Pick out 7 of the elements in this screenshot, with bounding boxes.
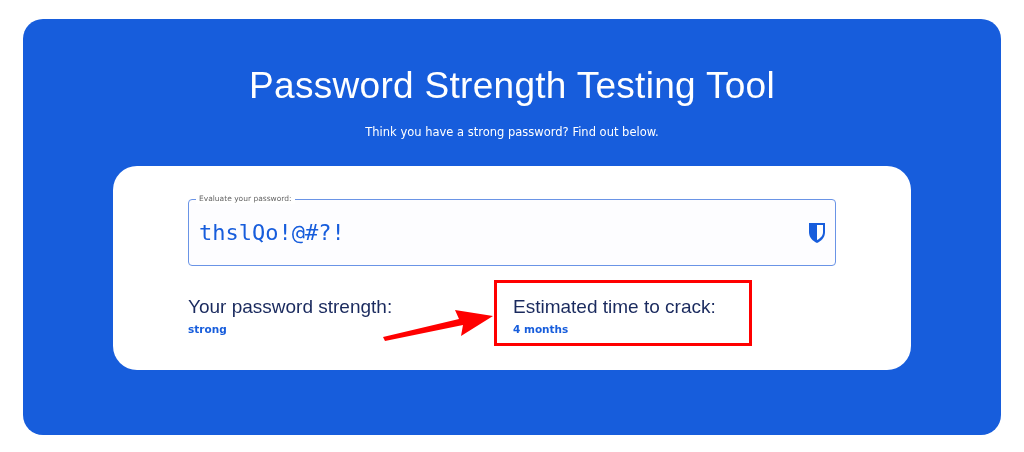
result-value: strong	[188, 323, 228, 335]
result-value: 4 months	[513, 323, 570, 335]
subtitle: Think you have a strong password? Find out below.	[365, 125, 659, 139]
result-label: Estimated time to crack:	[513, 296, 717, 318]
shield-icon[interactable]	[808, 222, 826, 244]
result-label: Your password strength:	[188, 296, 394, 318]
page-title: Password Strength Testing Tool	[249, 65, 775, 107]
